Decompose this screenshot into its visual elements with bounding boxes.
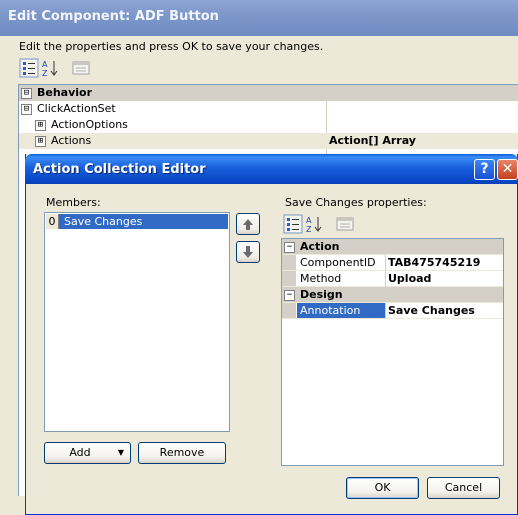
alphabetical-icon[interactable]: A Z bbox=[304, 214, 324, 234]
move-up-icon bbox=[243, 219, 253, 230]
add-button-label: Add bbox=[69, 446, 91, 459]
help-icon[interactable]: ? bbox=[474, 159, 495, 180]
collapse-toggle[interactable]: − bbox=[284, 290, 295, 301]
categorized-icon[interactable] bbox=[19, 58, 39, 78]
property-row-componentid[interactable]: ComponentID TAB475745219 bbox=[282, 255, 503, 271]
members-list[interactable]: 0 Save Changes bbox=[44, 212, 230, 432]
property-label: ComponentID bbox=[300, 256, 376, 269]
move-down-icon bbox=[243, 246, 253, 258]
property-pages-icon[interactable] bbox=[335, 214, 355, 234]
svg-text:A: A bbox=[42, 60, 48, 69]
svg-text:Z: Z bbox=[306, 225, 312, 234]
category-row-action[interactable]: − Action bbox=[282, 239, 503, 255]
collapse-toggle[interactable]: − bbox=[284, 242, 295, 253]
property-label: ClickActionSet bbox=[37, 102, 116, 115]
property-value[interactable]: TAB475745219 bbox=[388, 256, 480, 269]
close-icon[interactable]: ✕ bbox=[497, 159, 518, 180]
column-splitter[interactable] bbox=[385, 255, 386, 271]
property-row-actionoptions[interactable]: ⊞ ActionOptions bbox=[19, 117, 518, 133]
collapse-toggle[interactable]: ⊟ bbox=[21, 104, 32, 115]
category-label: Design bbox=[300, 288, 343, 301]
add-button[interactable]: Add ▼ bbox=[44, 442, 131, 464]
svg-text:A: A bbox=[306, 216, 312, 225]
property-label: ActionOptions bbox=[51, 118, 128, 131]
edit-component-description: Edit the properties and press OK to save… bbox=[19, 40, 324, 53]
member-name: Save Changes bbox=[64, 215, 143, 228]
property-row-annotation[interactable]: Annotation Save Changes bbox=[282, 303, 503, 319]
row-gutter bbox=[282, 255, 296, 270]
row-gutter bbox=[282, 271, 296, 286]
ok-button[interactable]: OK bbox=[346, 477, 419, 499]
categorized-icon[interactable] bbox=[283, 214, 303, 234]
member-item[interactable]: 0 Save Changes bbox=[46, 214, 228, 229]
back-toolbar: A Z bbox=[19, 58, 99, 82]
properties-toolbar: A Z bbox=[283, 214, 363, 236]
properties-label: Save Changes properties: bbox=[285, 196, 427, 209]
property-row-actions[interactable]: ⊞ Actions Action[] Array bbox=[19, 133, 518, 149]
property-value[interactable]: Action[] Array bbox=[329, 134, 416, 147]
property-label: Method bbox=[300, 272, 342, 285]
category-row-design[interactable]: − Design bbox=[282, 287, 503, 303]
column-splitter[interactable] bbox=[385, 271, 386, 287]
expand-toggle[interactable]: ⊞ bbox=[35, 120, 46, 131]
property-pages-icon[interactable] bbox=[71, 58, 91, 78]
category-label: Behavior bbox=[37, 86, 93, 99]
column-splitter[interactable] bbox=[385, 303, 386, 319]
category-row-behavior[interactable]: ⊟ Behavior bbox=[19, 85, 518, 101]
collapse-toggle[interactable]: ⊟ bbox=[21, 88, 32, 99]
alphabetical-icon[interactable]: A Z bbox=[40, 58, 60, 78]
back-left-strip bbox=[0, 84, 18, 504]
move-down-button[interactable] bbox=[236, 241, 260, 263]
expand-toggle[interactable]: ⊞ bbox=[35, 136, 46, 147]
property-value[interactable]: Upload bbox=[388, 272, 431, 285]
svg-text:Z: Z bbox=[42, 69, 48, 78]
members-label: Members: bbox=[46, 196, 101, 209]
category-label: Action bbox=[300, 240, 340, 253]
edit-component-title: Edit Component: ADF Button bbox=[8, 9, 219, 24]
property-value[interactable]: Save Changes bbox=[388, 304, 475, 317]
dropdown-arrow-icon[interactable]: ▼ bbox=[118, 443, 124, 463]
row-gutter bbox=[282, 303, 296, 318]
property-row-method[interactable]: Method Upload bbox=[282, 271, 503, 287]
properties-grid[interactable]: − Action ComponentID TAB475745219 Method… bbox=[281, 238, 504, 466]
property-row-clickactionset[interactable]: ⊟ ClickActionSet bbox=[19, 101, 518, 117]
member-index: 0 bbox=[46, 214, 59, 229]
dialog-title: Action Collection Editor bbox=[33, 162, 206, 177]
property-label: Annotation bbox=[300, 304, 361, 317]
remove-button[interactable]: Remove bbox=[138, 442, 226, 464]
cancel-button[interactable]: Cancel bbox=[427, 477, 500, 499]
move-up-button[interactable] bbox=[236, 213, 260, 235]
property-label: Actions bbox=[51, 134, 92, 147]
